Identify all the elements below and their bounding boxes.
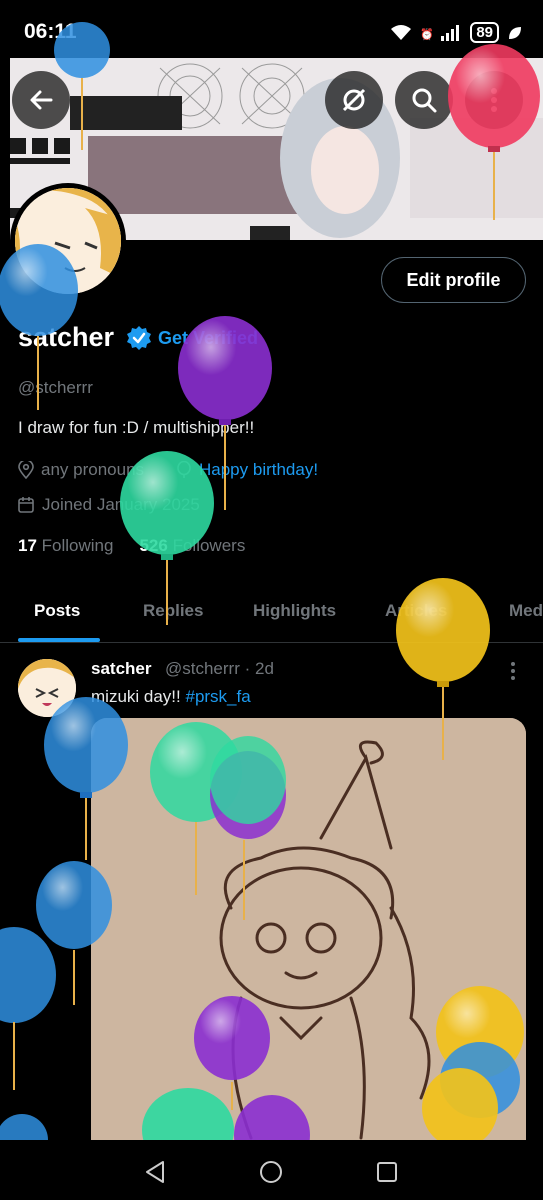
birthday-balloons-overlay [0, 22, 540, 1175]
recents-nav-icon[interactable] [375, 1160, 399, 1184]
back-nav-icon[interactable] [143, 1160, 167, 1184]
home-nav-icon[interactable] [259, 1160, 283, 1184]
balloon-green [120, 451, 214, 625]
balloon-red [448, 44, 540, 220]
android-nav-bar [0, 1140, 543, 1200]
balloon-blue-top [54, 22, 110, 150]
balloon-yellow [396, 578, 490, 760]
balloon-blue-left [0, 244, 78, 410]
balloon-purple-2 [210, 736, 286, 920]
balloon-yellow-2 [422, 986, 524, 1148]
balloon-blue-mid [44, 697, 128, 860]
balloon-blue-edge [0, 927, 56, 1090]
